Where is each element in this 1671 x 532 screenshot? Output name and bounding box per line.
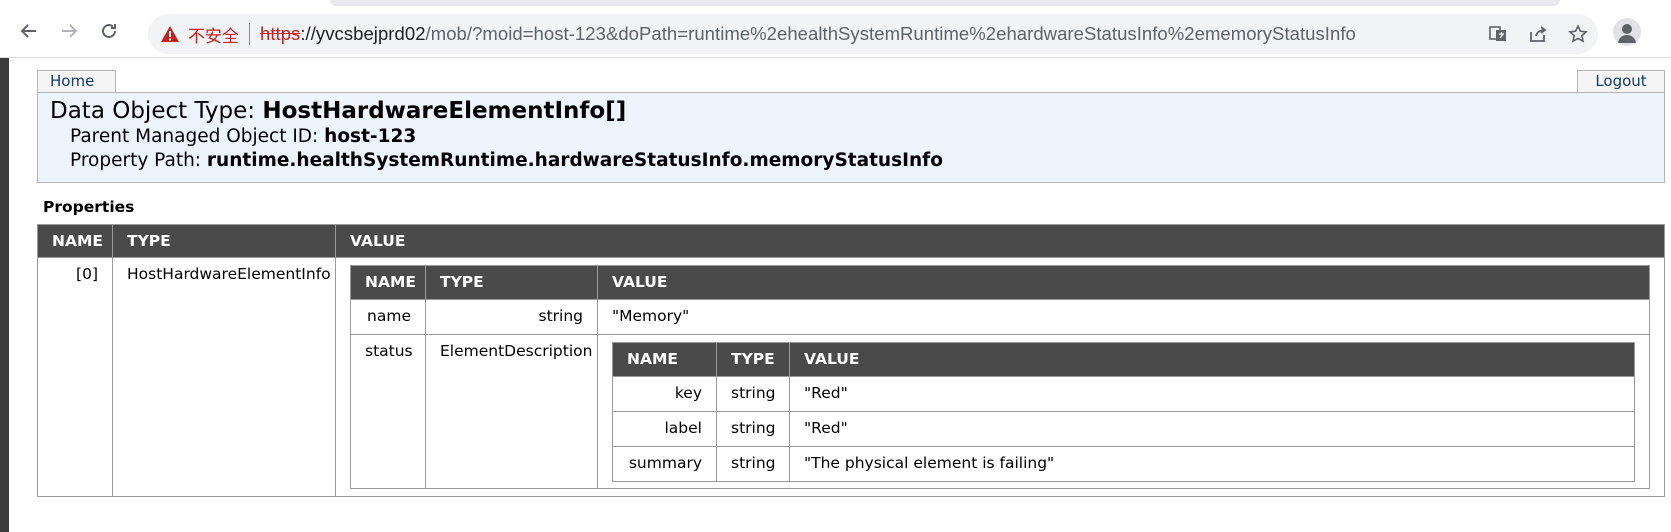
row-type: string xyxy=(716,446,790,482)
column-header-name: NAME xyxy=(612,342,717,377)
row-name: status xyxy=(350,334,426,489)
table-header-row: NAME TYPE VALUE xyxy=(350,265,1650,300)
forward-icon[interactable] xyxy=(54,16,84,46)
url-host: ://yvcsbejprd02 xyxy=(300,23,426,44)
omnibox-divider xyxy=(249,23,250,45)
back-icon[interactable] xyxy=(14,16,44,46)
logout-link[interactable]: Logout xyxy=(1577,70,1665,92)
column-header-type: TYPE xyxy=(425,265,598,300)
table-row: name string "Memory" xyxy=(350,299,1650,335)
column-header-name: NAME xyxy=(37,224,113,258)
security-label: 不安全 xyxy=(188,26,239,47)
table-row: key string "Red" xyxy=(612,376,1635,412)
table-header-row: NAME TYPE VALUE xyxy=(612,342,1635,377)
table-header-row: NAME TYPE VALUE xyxy=(37,224,1665,258)
row-name: label xyxy=(612,411,717,447)
url-path: /mob/?moid=host-123&doPath=runtime%2ehea… xyxy=(425,23,1356,44)
column-header-value: VALUE xyxy=(335,224,1665,258)
table-row: [0] HostHardwareElementInfo NAME TYPE VA… xyxy=(37,257,1665,497)
row-value: NAME TYPE VALUE key string "Red" label s… xyxy=(597,334,1650,489)
row-name: summary xyxy=(612,446,717,482)
security-warning[interactable]: 不安全 xyxy=(160,22,239,47)
url-text[interactable]: https://yvcsbejprd02/mob/?moid=host-123&… xyxy=(260,23,1356,45)
object-header: Data Object Type: HostHardwareElementInf… xyxy=(37,92,1665,183)
row-value: "The physical element is failing" xyxy=(789,446,1635,482)
parent-moid-value: host-123 xyxy=(324,126,417,147)
column-header-value: VALUE xyxy=(789,342,1635,377)
table-row: label string "Red" xyxy=(612,411,1635,447)
url-scheme: https xyxy=(260,23,301,44)
row-type: string xyxy=(716,376,790,412)
column-header-type: TYPE xyxy=(716,342,790,377)
element-description-table: NAME TYPE VALUE key string "Red" label s… xyxy=(612,342,1635,482)
row-value: "Red" xyxy=(789,411,1635,447)
column-header-type: TYPE xyxy=(112,224,336,258)
parent-moid: Parent Managed Object ID: host-123 xyxy=(70,126,417,147)
reload-icon[interactable] xyxy=(94,16,124,46)
row-type: string xyxy=(716,411,790,447)
row-name: key xyxy=(612,376,717,412)
element-info-table: NAME TYPE VALUE name string "Memory" sta… xyxy=(350,265,1650,489)
tab-strip xyxy=(330,0,1560,6)
properties-heading: Properties xyxy=(43,198,135,216)
star-icon[interactable] xyxy=(1558,24,1598,44)
property-path-value: runtime.healthSystemRuntime.hardwareStat… xyxy=(206,150,943,171)
translate-icon[interactable] xyxy=(1478,24,1518,44)
property-path: Property Path: runtime.healthSystemRunti… xyxy=(70,150,943,171)
column-header-value: VALUE xyxy=(597,265,1650,300)
row-type: string xyxy=(425,299,598,335)
home-link[interactable]: Home xyxy=(37,70,116,92)
browser-toolbar: 不安全 https://yvcsbejprd02/mob/?moid=host-… xyxy=(0,0,1671,58)
warning-icon xyxy=(161,26,179,42)
row-value: "Red" xyxy=(789,376,1635,412)
row-name: name xyxy=(350,299,426,335)
row-name: [0] xyxy=(37,257,113,497)
data-object-type: Data Object Type: HostHardwareElementInf… xyxy=(50,98,627,124)
properties-table: NAME TYPE VALUE [0] HostHardwareElementI… xyxy=(37,224,1665,497)
row-value: "Memory" xyxy=(597,299,1650,335)
share-icon[interactable] xyxy=(1518,24,1558,44)
data-object-type-value: HostHardwareElementInfo[] xyxy=(262,98,627,124)
address-bar[interactable]: 不安全 https://yvcsbejprd02/mob/?moid=host-… xyxy=(148,14,1598,54)
row-type: HostHardwareElementInfo xyxy=(112,257,336,497)
profile-avatar-icon[interactable] xyxy=(1613,18,1641,46)
table-row: summary string "The physical element is … xyxy=(612,446,1635,482)
column-header-name: NAME xyxy=(350,265,426,300)
window-edge xyxy=(0,58,9,532)
row-value: NAME TYPE VALUE name string "Memory" sta… xyxy=(335,257,1665,497)
row-type: ElementDescription xyxy=(425,334,598,489)
table-row: status ElementDescription NAME TYPE VALU… xyxy=(350,334,1650,489)
